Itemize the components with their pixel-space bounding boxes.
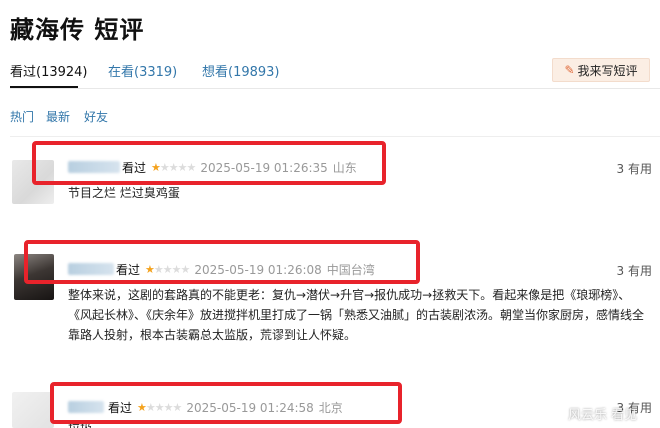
comment-time[interactable]: 2025-05-19 01:26:08 — [194, 263, 321, 277]
username-blurred[interactable] — [68, 263, 114, 275]
watch-status: 看过 — [108, 401, 133, 415]
comment-content: 整体来说，这剧的套路真的不能更老：复仇→潜伏→升官→报仇成功→拯救天下。看起来像… — [68, 288, 645, 342]
rating-stars-icon: ★★★★★ — [137, 401, 182, 414]
sort-divider — [10, 136, 660, 137]
page-title: 藏海传 短评 — [10, 16, 145, 44]
tab-watching[interactable]: 在看(3319) — [108, 61, 177, 80]
comment-content: 垃圾 — [68, 421, 93, 428]
avatar[interactable] — [12, 160, 54, 204]
tab-want-to-watch[interactable]: 想看(19893) — [202, 61, 280, 80]
write-review-label: 我来写短评 — [577, 63, 638, 78]
useful-count[interactable]: 3 有用 — [617, 262, 652, 279]
comment-location: 中国台湾 — [326, 263, 375, 277]
comment-meta: 看过 ★★★★★ 2025-05-19 01:26:08 中国台湾 — [116, 261, 375, 278]
comment-time[interactable]: 2025-05-19 01:24:58 — [186, 401, 313, 415]
tab-watched[interactable]: 看过(13924) — [10, 61, 88, 80]
comment-meta: 看过 ★★★★★ 2025-05-19 01:24:58 北京 — [108, 399, 343, 416]
comment-location: 山东 — [332, 161, 357, 175]
watch-status: 看过 — [116, 263, 141, 277]
sort-friends[interactable]: 好友 — [84, 108, 108, 125]
write-review-button[interactable]: ✎ 我来写短评 — [552, 58, 650, 82]
useful-count[interactable]: 3 有用 — [617, 160, 652, 177]
rating-stars-icon: ★★★★★ — [145, 263, 190, 276]
comment-location: 北京 — [318, 401, 343, 415]
sort-newest[interactable]: 最新 — [46, 108, 70, 125]
comment-meta: 看过 ★★★★★ 2025-05-19 01:26:35 山东 — [122, 159, 357, 176]
watermark: 风云乐 看见 — [568, 408, 638, 423]
username-blurred[interactable] — [68, 161, 120, 173]
comment-time[interactable]: 2025-05-19 01:26:35 — [200, 161, 327, 175]
tabs-divider — [10, 88, 660, 89]
comment-content: 节目之烂 烂过臭鸡蛋 — [68, 186, 180, 200]
avatar[interactable] — [12, 392, 54, 428]
pencil-icon: ✎ — [564, 63, 575, 77]
rating-stars-icon: ★★★★★ — [151, 161, 196, 174]
sort-hot[interactable]: 热门 — [10, 108, 34, 125]
username-blurred[interactable] — [68, 401, 104, 413]
watch-status: 看过 — [122, 161, 147, 175]
avatar[interactable] — [14, 254, 54, 300]
